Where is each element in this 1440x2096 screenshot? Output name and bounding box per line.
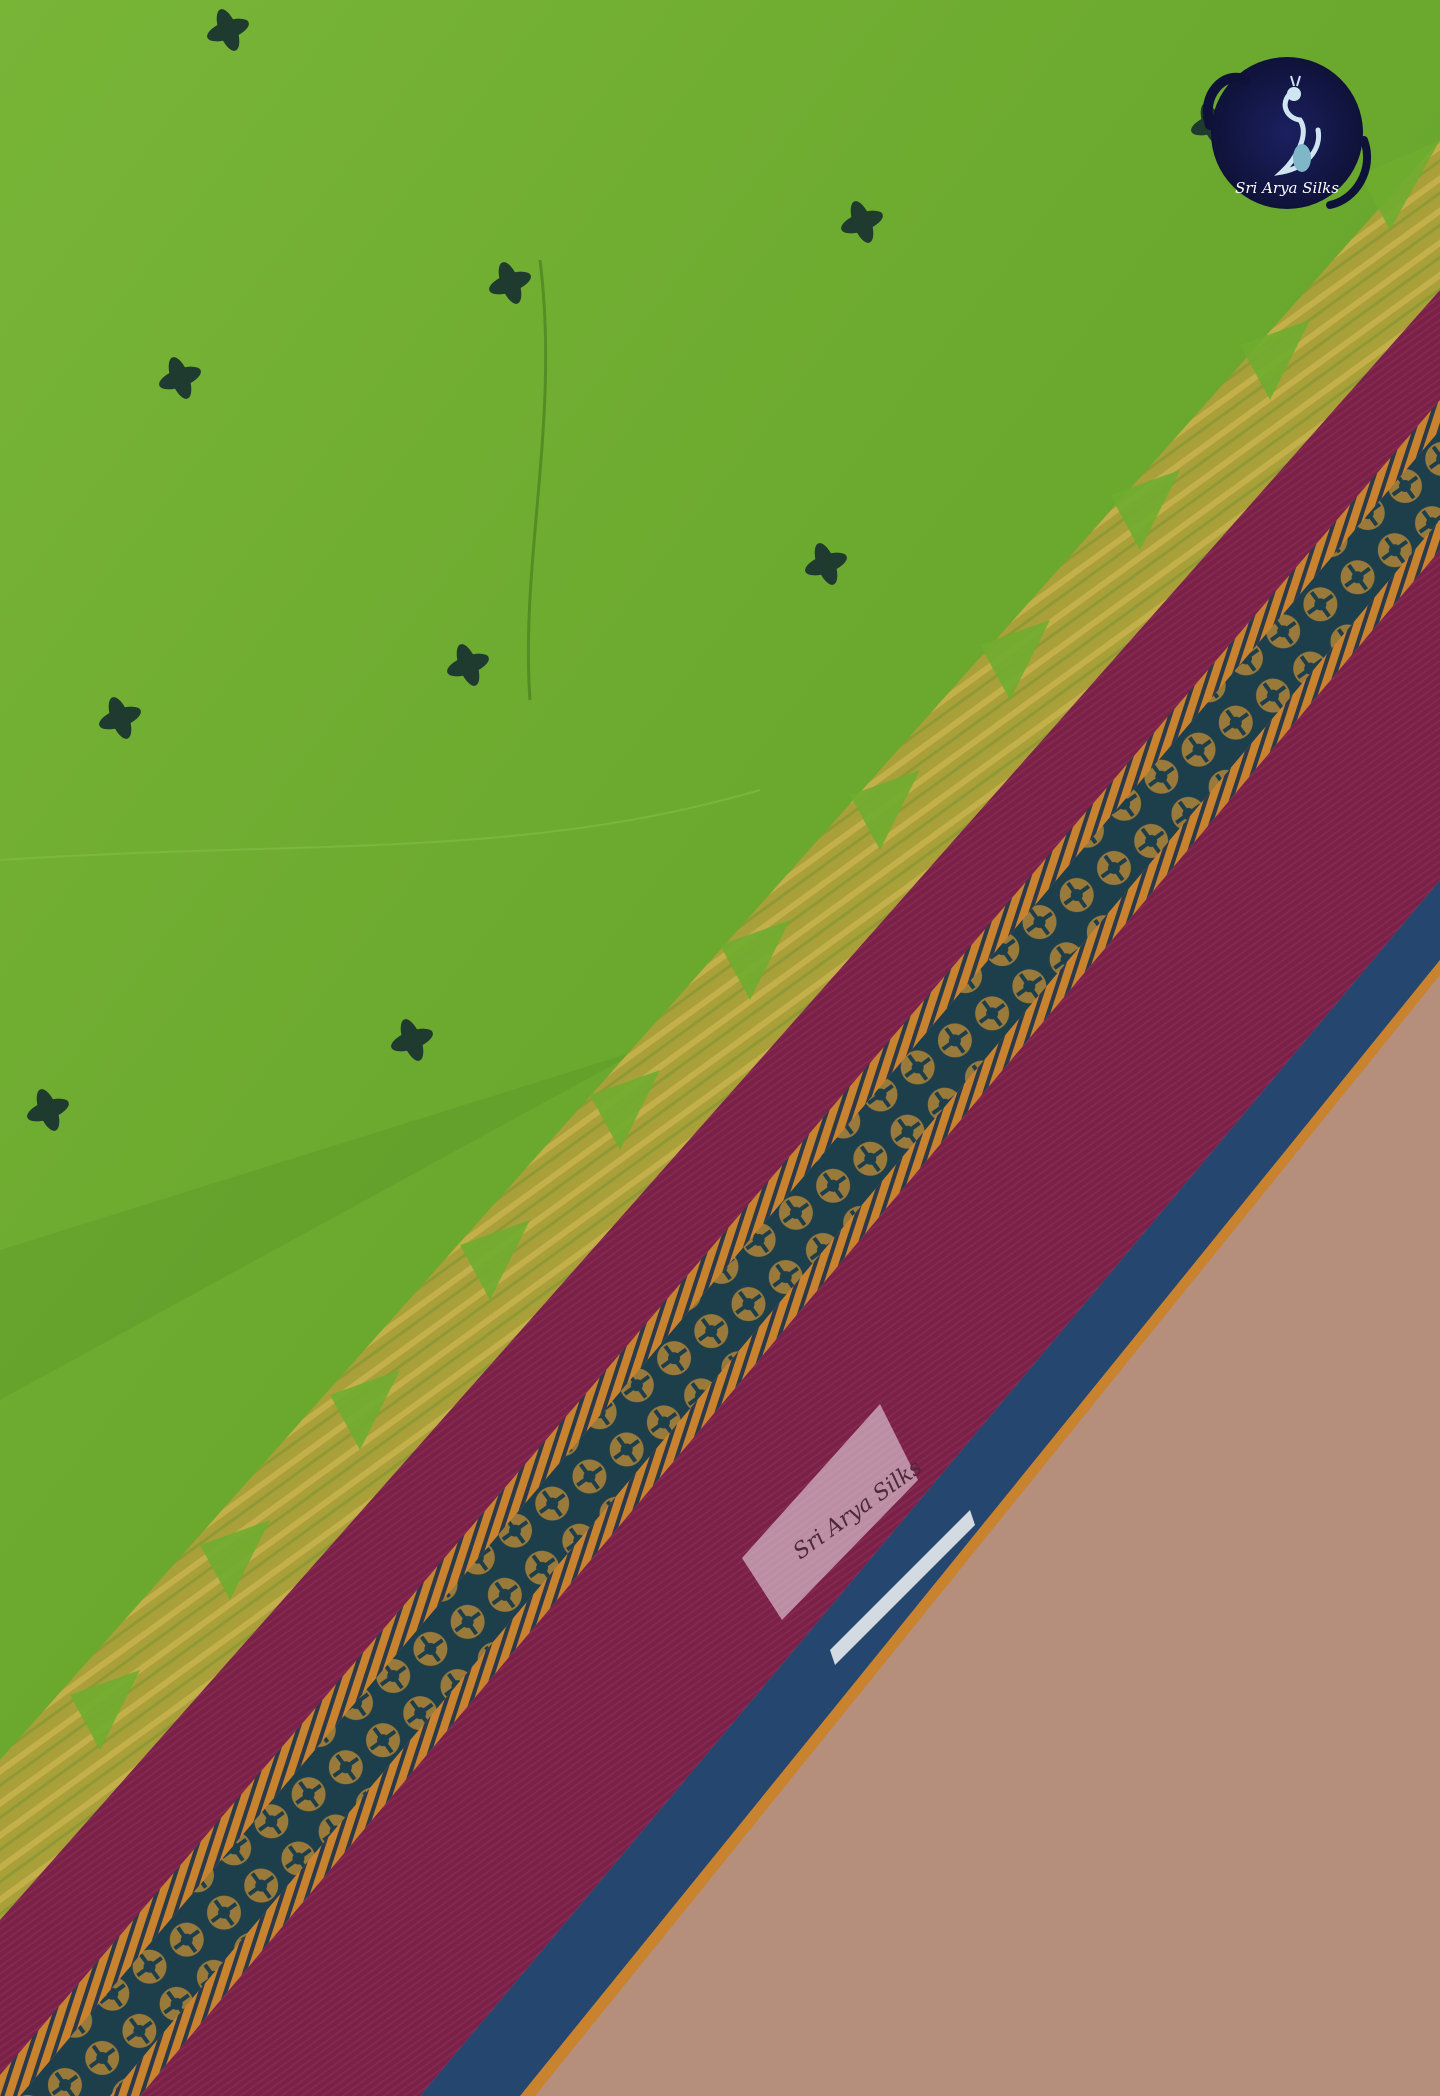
- product-photo: Sri Arya Silks Sri Arya Silks: [0, 0, 1440, 2096]
- saree-photo-canvas: Sri Arya Silks Sri Arya Silks: [0, 0, 1440, 2096]
- brand-logo-text: Sri Arya Silks: [1235, 179, 1339, 197]
